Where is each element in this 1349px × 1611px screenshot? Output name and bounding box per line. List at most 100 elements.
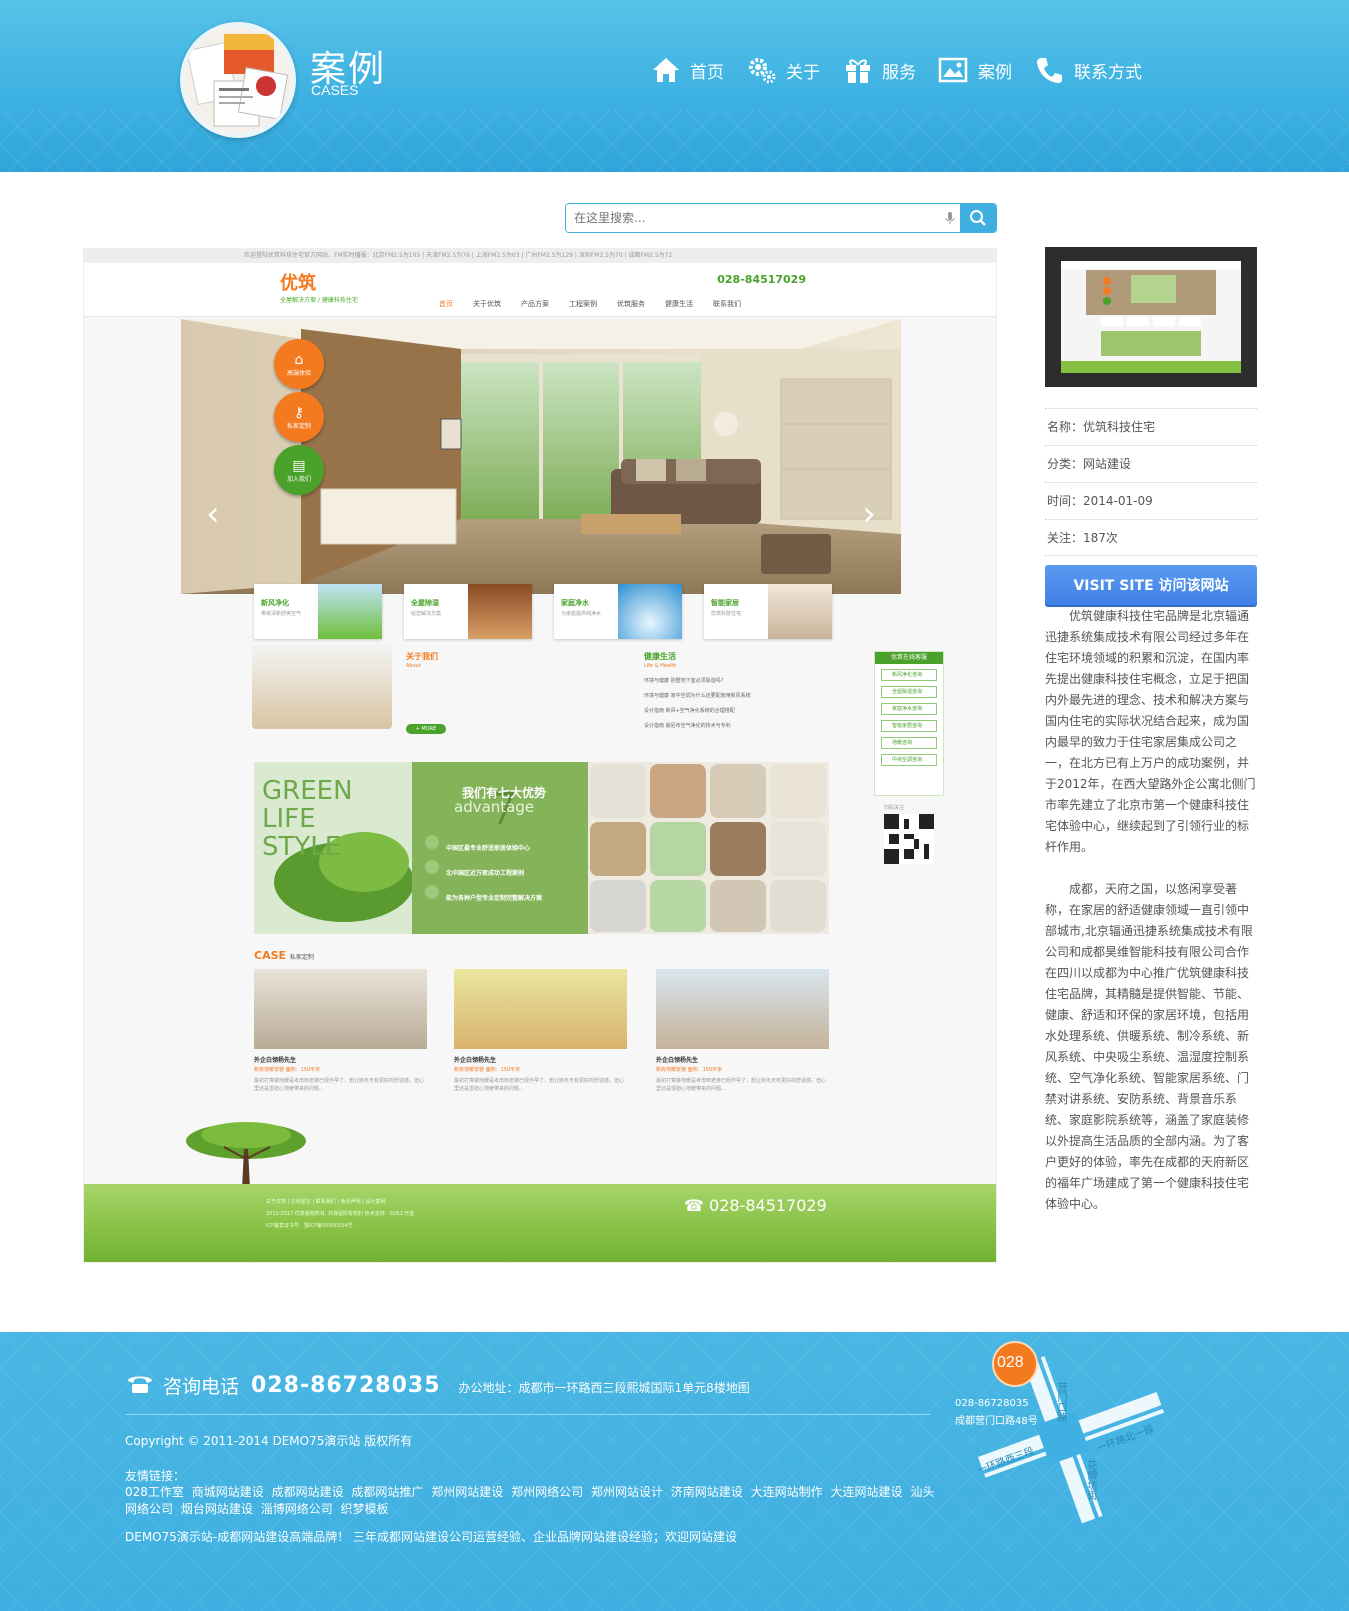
nav-item-service[interactable]: 服务 bbox=[842, 52, 916, 88]
meta-date: 时间：2014-01-09 bbox=[1045, 482, 1257, 519]
footer-link[interactable]: 郑州网站建设 bbox=[431, 1485, 503, 1499]
preview-nav-item: 首页 bbox=[439, 300, 453, 308]
footer-link[interactable]: 028工作室 bbox=[125, 1485, 184, 1499]
footer-road-map[interactable]: 028 028-86728035 成都营门口路48号 营门口路 一环路北一段 一… bbox=[955, 1332, 1175, 1532]
preview-case-name: 外企白领杨先生 bbox=[454, 1057, 497, 1064]
preview-logo-sub: 全屋解决方案 / 健康科技住宅 bbox=[280, 297, 358, 304]
description-paragraph: 优筑健康科技住宅品牌是北京辐通迅捷系统集成技术有限公司经过多年在住宅环境领域的积… bbox=[1045, 609, 1256, 854]
preview-case-info: 新房地暖安装 面积：150平米 bbox=[454, 1067, 521, 1073]
footer-link[interactable]: 成都网站建设 bbox=[272, 1485, 344, 1499]
preview-nav-item: 产品方案 bbox=[521, 300, 549, 308]
preview-life-item: 环境与健康 别墅地下室必须除湿吗? bbox=[644, 678, 724, 684]
page-subtitle: CASES bbox=[311, 82, 359, 98]
search-button[interactable] bbox=[960, 204, 996, 232]
preview-tile-sub: 带来清新舒爽空气 bbox=[261, 611, 302, 617]
preview-phone: 028-84517029 bbox=[717, 273, 806, 286]
visit-site-button[interactable]: VISIT SITE 访问该网站 bbox=[1045, 565, 1257, 607]
search-icon bbox=[970, 210, 986, 226]
preview-advantage-item: 北中国区近万家成功工程案例 bbox=[446, 870, 525, 877]
preview-service-item: 全屋除湿咨询 bbox=[881, 686, 937, 698]
footer-link[interactable]: 大连网站制作 bbox=[751, 1485, 823, 1499]
preview-case-name: 外企白领杨先生 bbox=[656, 1057, 699, 1064]
nav-label-cases: 案例 bbox=[978, 62, 1012, 83]
preview-case-card: 外企白领杨先生 新房地暖安装 面积：150平米 最初打算装地暖是考虑到老婆已经怀… bbox=[454, 969, 627, 1093]
logo-image[interactable] bbox=[180, 22, 296, 138]
preview-case-desc: 最初打算装地暖是考虑到老婆已经怀孕了，想让她冬天有更好的舒适感，但心里还是很担心… bbox=[656, 1078, 827, 1092]
search-input[interactable] bbox=[566, 204, 940, 232]
footer-link[interactable]: 郑州网络公司 bbox=[511, 1485, 583, 1499]
preview-case-desc: 最初打算装地暖是考虑到老婆已经怀孕了，想让她冬天有更好的舒适感，但心里还是很担心… bbox=[254, 1078, 425, 1092]
preview-bubble-custom: ⚷ 私家定制 bbox=[274, 392, 324, 442]
preview-tile-sub: 为家庭提供纯净水 bbox=[561, 611, 602, 617]
preview-case-desc: 最初打算装地暖是考虑到老婆已经怀孕了，想让她冬天有更好的舒适感，但心里还是很担心… bbox=[454, 1078, 625, 1092]
nav-item-home[interactable]: 首页 bbox=[650, 52, 724, 88]
preview-bubble-label: 高端体验 bbox=[286, 369, 311, 377]
footer-divider bbox=[125, 1414, 930, 1415]
preview-tile: 家庭净水为家庭提供纯净水 bbox=[554, 584, 682, 639]
preview-tile: 智能家居 优筑科技住宅 bbox=[704, 584, 832, 639]
preview-logo: 优筑 全屋解决方案 / 健康科技住宅 bbox=[280, 269, 358, 304]
preview-bubble-experience: ⌂ 高端体验 bbox=[274, 339, 324, 389]
footer-link[interactable]: 织梦模板 bbox=[341, 1502, 389, 1516]
preview-topbar: 欢迎登陆优筑科技住宅官方网站，FM实时播报：北京FM2.5为105 | 天津FM… bbox=[84, 249, 996, 263]
preview-key-icon: ⚷ bbox=[293, 404, 305, 421]
footer-link[interactable]: 淄博网络公司 bbox=[261, 1502, 333, 1516]
preview-bubble-join: ▤ 加入我们 bbox=[274, 445, 324, 495]
microphone-icon[interactable] bbox=[940, 204, 960, 232]
footer-link[interactable]: 郑州网站设计 bbox=[591, 1485, 663, 1499]
footer-link[interactable]: 济南网站建设 bbox=[671, 1485, 743, 1499]
preview-feature-tiles: 新风净化 带来清新舒爽空气 全屋除湿 给您解决方案 家庭净水 为家庭提供纯净水 智能家… bbox=[254, 584, 832, 639]
footer-link[interactable]: 成都网站推广 bbox=[351, 1485, 423, 1499]
footer-links-title: 友情链接： bbox=[125, 1469, 186, 1483]
preview-life-item: 设计指南 最尼布空气净化的技术与专利 bbox=[644, 723, 731, 729]
map-address: 成都营门口路48号 bbox=[955, 1416, 1038, 1427]
preview-case-image bbox=[656, 969, 829, 1049]
preview-case-image bbox=[454, 969, 627, 1049]
preview-service-item: 新风净化咨询 bbox=[881, 669, 937, 681]
preview-tree-image bbox=[186, 1122, 306, 1189]
preview-tile: 全屋除湿给您解决方案 bbox=[404, 584, 532, 639]
preview-case-image bbox=[254, 969, 427, 1049]
preview-case-info: 新房地暖安装 面积：150平米 bbox=[254, 1067, 321, 1073]
preview-tile-title: 全屋除湿 bbox=[411, 599, 439, 607]
meta-category: 分类：网站建设 bbox=[1045, 445, 1257, 482]
preview-house-icon: ⌂ bbox=[294, 351, 304, 368]
description-paragraph: 成都，天府之国，以悠闲享受著称，在家居的舒适健康领域一直引领中部城市,北京辐通迅… bbox=[1045, 882, 1253, 1211]
preview-nav-item: 优筑服务 bbox=[617, 300, 645, 308]
preview-case-title: CASE bbox=[254, 949, 287, 962]
footer-link[interactable]: 烟台网站建设 bbox=[181, 1502, 253, 1516]
preview-service-box: 优筑在线客服 新风净化咨询 全屋除湿咨询 家庭净水咨询 智能家居咨询 地暖咨询 … bbox=[874, 651, 944, 796]
preview-tile-sub: 给您解决方案 bbox=[411, 611, 442, 617]
meta-views: 关注：187次 bbox=[1045, 519, 1257, 556]
preview-life-item: 环境与健康 家中空调为什么还要配家用新风系统 bbox=[644, 693, 751, 699]
preview-tile-title: 智能家居 bbox=[711, 599, 739, 607]
preview-about-en: About bbox=[406, 663, 421, 669]
preview-advantage-item: 能为各种户型专业定制完整解决方案 bbox=[446, 895, 543, 902]
map-phone: 028-86728035 bbox=[955, 1398, 1029, 1409]
preview-case-head: CASE 私家定制 bbox=[254, 949, 314, 962]
preview-footer-text: 关于优筑 | 在线留言 | 联系我们 | 免责声明 | 设计案例 2013-20… bbox=[266, 1199, 415, 1229]
preview-tile-title: 家庭净水 bbox=[561, 599, 589, 607]
footer-link[interactable]: 大连网站建设 bbox=[830, 1485, 902, 1499]
footer-slogan: DEMO75演示站-成都网站建设高端品牌！ 三年成都网站建设公司运营经验、企业品… bbox=[125, 1530, 738, 1544]
preview-prev-arrow: ‹ bbox=[206, 494, 220, 534]
case-thumbnail[interactable] bbox=[1045, 247, 1257, 387]
preview-qr-label: 扫码关注 bbox=[884, 805, 905, 811]
preview-nav-item: 关于优筑 bbox=[473, 300, 501, 308]
preview-nav-item: 联系我们 bbox=[713, 300, 741, 308]
preview-nav-item: 健康生活 bbox=[665, 300, 693, 308]
nav-label-home: 首页 bbox=[690, 62, 724, 83]
footer-link[interactable]: 商城网站建设 bbox=[192, 1485, 264, 1499]
footer-copyright: Copyright © 2011-2014 DEMO75演示站 版权所有 bbox=[125, 1434, 413, 1448]
preview-more-button: + MORE bbox=[406, 724, 446, 734]
footer-phone-row: 咨询电话 028-86728035 办公地址：成都市一环路西三段熙城国际1单元8… bbox=[125, 1372, 750, 1399]
meta-name: 名称：优筑科技住宅 bbox=[1045, 408, 1257, 445]
preview-logo-text: 优筑 bbox=[280, 273, 316, 294]
preview-card-icon: ▤ bbox=[292, 457, 306, 474]
nav-item-about[interactable]: 关于 bbox=[746, 52, 820, 88]
search-bar bbox=[565, 203, 997, 233]
preview-case-card: 外企白领杨先生 新房地暖安装 面积：150平米 最初打算装地暖是考虑到老婆已经怀… bbox=[254, 969, 427, 1093]
preview-case-card: 外企白领杨先生 新房地暖安装 面积：150平米 最初打算装地暖是考虑到老婆已经怀… bbox=[656, 969, 829, 1093]
nav-item-contact[interactable]: 联系方式 bbox=[1034, 52, 1142, 88]
nav-item-cases[interactable]: 案例 bbox=[938, 52, 1012, 88]
